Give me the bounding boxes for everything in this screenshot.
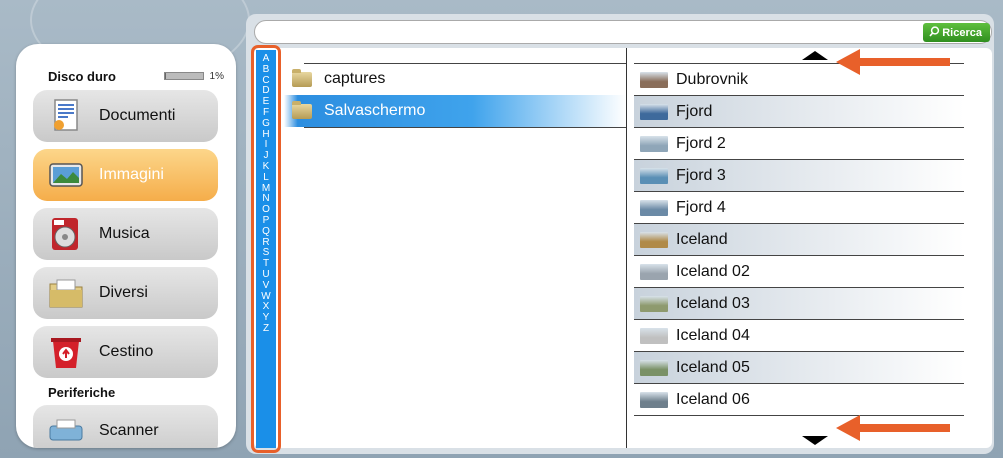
search-input[interactable] bbox=[254, 20, 992, 44]
trash-icon bbox=[47, 333, 85, 371]
folder-item-captures[interactable]: captures bbox=[284, 63, 626, 95]
file-name: Fjord 3 bbox=[676, 166, 726, 184]
image-thumbnail bbox=[640, 103, 668, 120]
peripheral-scanner-button[interactable]: Scanner bbox=[33, 405, 218, 448]
folder-name: captures bbox=[324, 70, 386, 87]
image-thumbnail bbox=[640, 167, 668, 184]
file-item[interactable]: Fjord bbox=[634, 95, 964, 127]
folder-name: Salvaschermo bbox=[324, 102, 426, 119]
images-icon bbox=[47, 156, 85, 194]
image-thumbnail bbox=[640, 391, 668, 408]
disk-status: Disco duro 1% bbox=[48, 68, 224, 84]
file-name: Iceland 06 bbox=[676, 390, 750, 408]
sidebar: Disco duro 1% Documenti Immagini Musica … bbox=[16, 44, 236, 448]
annotation-arrow-up bbox=[836, 49, 950, 75]
alphabet-index: ABCDEFGHIJKLMNOPQRSTUVWXYZ bbox=[256, 50, 276, 448]
category-label: Musica bbox=[99, 225, 150, 242]
music-icon bbox=[47, 215, 85, 253]
alphabet-letter-l[interactable]: L bbox=[263, 172, 269, 184]
category-diversi-button[interactable]: Diversi bbox=[33, 267, 218, 319]
folder-item-salvaschermo[interactable]: Salvaschermo bbox=[284, 95, 626, 127]
file-item[interactable]: Iceland bbox=[634, 223, 964, 255]
file-item[interactable]: Iceland 04 bbox=[634, 319, 964, 351]
file-item[interactable]: Fjord 4 bbox=[634, 191, 964, 223]
file-item[interactable]: Iceland 02 bbox=[634, 255, 964, 287]
file-name: Iceland 03 bbox=[676, 294, 750, 312]
category-label: Immagini bbox=[99, 166, 164, 183]
category-label: Cestino bbox=[99, 343, 154, 360]
disk-label: Disco duro bbox=[48, 68, 116, 84]
file-name: Fjord 2 bbox=[676, 134, 726, 152]
disk-usage: 1% bbox=[163, 70, 224, 82]
folder-separator bbox=[304, 127, 626, 128]
file-item[interactable]: Iceland 05 bbox=[634, 351, 964, 383]
file-item[interactable]: Iceland 03 bbox=[634, 287, 964, 319]
file-item[interactable]: Iceland 06 bbox=[634, 383, 964, 415]
scroll-up-arrow[interactable] bbox=[802, 51, 828, 60]
file-name: Fjord 4 bbox=[676, 198, 726, 216]
folder-list: captures Salvaschermo bbox=[284, 48, 626, 448]
category-immagini-button[interactable]: Immagini bbox=[33, 149, 218, 201]
alphabet-highlight: ABCDEFGHIJKLMNOPQRSTUVWXYZ bbox=[251, 45, 281, 453]
main-panel: Ricerca ABCDEFGHIJKLMNOPQRSTUVWXYZ captu… bbox=[246, 14, 994, 454]
alphabet-letter-q[interactable]: Q bbox=[262, 226, 270, 238]
folder-icon bbox=[292, 68, 312, 87]
search-icon bbox=[929, 25, 940, 40]
file-name: Iceland 05 bbox=[676, 358, 750, 376]
disk-usage-bar bbox=[163, 72, 204, 80]
alphabet-letter-v[interactable]: V bbox=[263, 280, 270, 292]
search-button[interactable]: Ricerca bbox=[923, 23, 990, 42]
disk-percent: 1% bbox=[209, 70, 224, 82]
category-cestino-button[interactable]: Cestino bbox=[33, 326, 218, 378]
annotation-arrow-down bbox=[836, 415, 950, 441]
image-thumbnail bbox=[640, 71, 668, 88]
scroll-down-arrow[interactable] bbox=[802, 436, 828, 445]
file-item[interactable]: Dubrovnik bbox=[634, 63, 964, 95]
file-separator bbox=[634, 415, 964, 416]
file-list: Dubrovnik Fjord Fjord 2 Fjord 3 Fjord 4 Icela… bbox=[634, 48, 964, 448]
documents-icon bbox=[47, 97, 85, 135]
file-name: Iceland 02 bbox=[676, 262, 750, 280]
file-name: Fjord bbox=[676, 102, 713, 120]
folder-icon bbox=[292, 100, 312, 119]
image-thumbnail bbox=[640, 135, 668, 152]
category-label: Diversi bbox=[99, 284, 148, 301]
column-divider bbox=[626, 48, 627, 448]
file-item[interactable]: Fjord 2 bbox=[634, 127, 964, 159]
category-label: Documenti bbox=[99, 107, 176, 124]
file-name: Iceland bbox=[676, 230, 728, 248]
image-thumbnail bbox=[640, 295, 668, 312]
alphabet-letter-z[interactable]: Z bbox=[263, 323, 269, 335]
image-thumbnail bbox=[640, 327, 668, 344]
category-documenti-button[interactable]: Documenti bbox=[33, 90, 218, 142]
peripheral-label: Scanner bbox=[99, 422, 159, 439]
image-thumbnail bbox=[640, 359, 668, 376]
alphabet-letter-b[interactable]: B bbox=[263, 64, 270, 76]
image-thumbnail bbox=[640, 263, 668, 280]
image-thumbnail bbox=[640, 199, 668, 216]
file-item[interactable]: Fjord 3 bbox=[634, 159, 964, 191]
category-musica-button[interactable]: Musica bbox=[33, 208, 218, 260]
peripherals-heading: Periferiche bbox=[48, 385, 116, 400]
image-thumbnail bbox=[640, 231, 668, 248]
file-name: Iceland 04 bbox=[676, 326, 750, 344]
alphabet-letter-g[interactable]: G bbox=[262, 118, 270, 130]
folder-icon bbox=[47, 274, 85, 312]
file-name: Dubrovnik bbox=[676, 70, 749, 88]
scanner-icon bbox=[47, 412, 85, 448]
browser-content: ABCDEFGHIJKLMNOPQRSTUVWXYZ captures Salv… bbox=[251, 45, 992, 453]
search-button-label: Ricerca bbox=[942, 26, 982, 39]
